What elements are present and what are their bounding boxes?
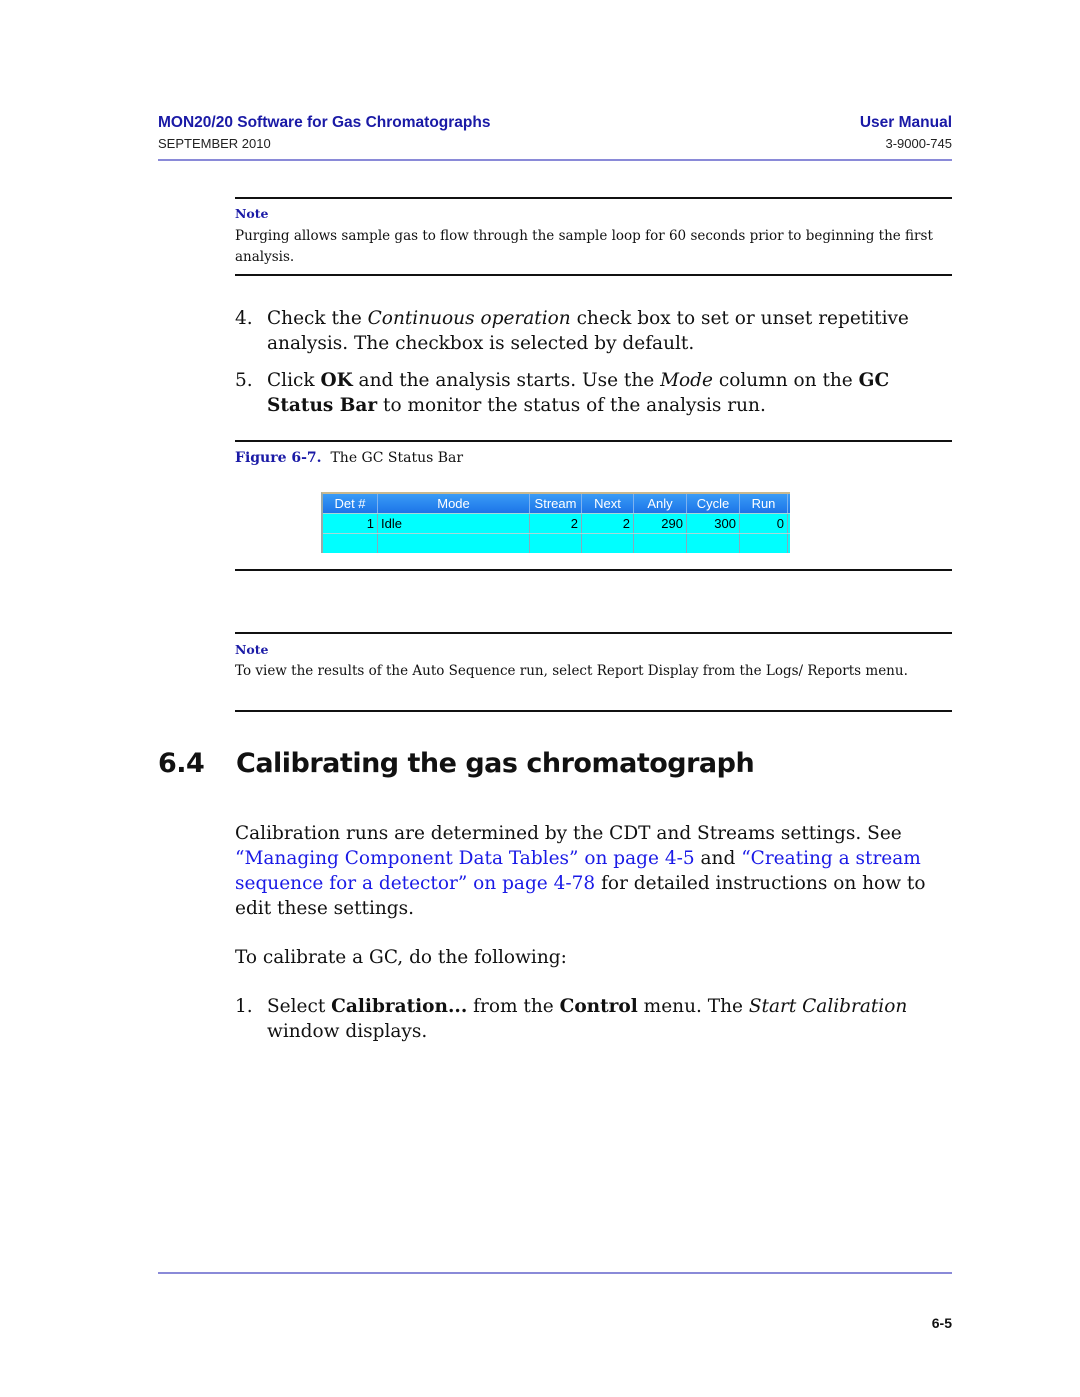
- step-bold: Calibration...: [331, 996, 468, 1017]
- figure-title: The GC Status Bar: [330, 450, 464, 466]
- figure-top-rule: [235, 440, 952, 442]
- figure-bottom-rule: [235, 569, 952, 571]
- step-emphasis: Continuous operation: [367, 308, 571, 329]
- section-heading: 6.4 Calibrating the gas chromatograph: [158, 748, 755, 779]
- det-cell: 1: [323, 514, 378, 533]
- note-label: Note: [235, 642, 269, 657]
- figure-label: Figure 6-7.: [235, 450, 322, 466]
- note-label: Note: [235, 206, 269, 221]
- paragraph-text: Calibration runs are determined by the C…: [235, 823, 902, 844]
- step-item: 4. Check the Continuous operation check …: [235, 306, 950, 356]
- publication-date: SEPTEMBER 2010: [158, 136, 271, 151]
- gc-status-header-row: Det # Mode Stream Next Anly Cycle Run: [323, 494, 790, 513]
- step-emphasis: Mode: [660, 370, 713, 391]
- column-header-anly[interactable]: Anly: [634, 494, 687, 513]
- column-header-det[interactable]: Det #: [323, 494, 378, 513]
- intro-paragraph: Calibration runs are determined by the C…: [235, 821, 955, 921]
- run-cell: 0: [740, 514, 788, 533]
- step-text: Click: [267, 370, 321, 391]
- step-text: and the analysis starts. Use the: [352, 370, 661, 391]
- step-text: Select: [267, 996, 332, 1017]
- note-text: To view the results of the Auto Sequence…: [235, 663, 908, 679]
- section-title: Calibrating the gas chromatograph: [236, 748, 755, 779]
- stream-cell: 2: [530, 514, 582, 533]
- gc-status-bar: Det # Mode Stream Next Anly Cycle Run 1 …: [321, 492, 790, 553]
- step-text: window displays.: [267, 1021, 428, 1042]
- mode-cell: [378, 534, 530, 553]
- step-number: 1.: [235, 996, 253, 1017]
- next-cell: 2: [582, 514, 634, 533]
- lead-paragraph: To calibrate a GC, do the following:: [235, 947, 567, 968]
- cycle-cell: 300: [687, 514, 740, 533]
- det-cell: [323, 534, 378, 553]
- anly-cell: [634, 534, 687, 553]
- step-text: menu. The: [637, 996, 749, 1017]
- cycle-cell: [687, 534, 740, 553]
- step-text: to monitor the status of the analysis ru…: [377, 395, 766, 416]
- gc-status-row[interactable]: [323, 533, 790, 553]
- page-number: 6-5: [931, 1315, 952, 1331]
- anly-cell: 290: [634, 514, 687, 533]
- step-bold: Control: [559, 996, 638, 1017]
- column-header-mode[interactable]: Mode: [378, 494, 530, 513]
- column-header-cycle[interactable]: Cycle: [687, 494, 740, 513]
- step-number: 4.: [235, 308, 253, 329]
- note-text: Purging allows sample gas to flow throug…: [235, 228, 933, 265]
- paragraph-text: and: [694, 848, 742, 869]
- step-number: 5.: [235, 370, 253, 391]
- step-text: from the: [467, 996, 560, 1017]
- step-item: 5. Click OK and the analysis starts. Use…: [235, 368, 950, 418]
- gc-status-row[interactable]: 1 Idle 2 2 290 300 0: [323, 513, 790, 533]
- note-top-rule: [235, 197, 952, 199]
- step-text: Check the: [267, 308, 368, 329]
- step-bold: OK: [320, 370, 353, 391]
- next-cell: [582, 534, 634, 553]
- column-header-next[interactable]: Next: [582, 494, 634, 513]
- figure-caption: Figure 6-7. The GC Status Bar: [235, 450, 463, 466]
- cross-reference-link[interactable]: “Managing Component Data Tables” on page…: [235, 848, 695, 869]
- manual-title: MON20/20 Software for Gas Chromatographs: [158, 114, 491, 131]
- stream-cell: [530, 534, 582, 553]
- note-bottom-rule: [235, 710, 952, 712]
- note-bottom-rule: [235, 274, 952, 276]
- section-number: 6.4: [158, 748, 205, 779]
- note-top-rule: [235, 632, 952, 634]
- column-header-run[interactable]: Run: [740, 494, 788, 513]
- document-type: User Manual: [859, 114, 952, 131]
- footer-divider: [158, 1272, 952, 1274]
- mode-cell: Idle: [378, 514, 530, 533]
- header-divider: [158, 159, 952, 161]
- step-emphasis: Start Calibration: [748, 996, 908, 1017]
- step-text: column on the: [712, 370, 859, 391]
- column-header-stream[interactable]: Stream: [530, 494, 582, 513]
- step-item: 1. Select Calibration... from the Contro…: [235, 994, 950, 1044]
- document-number: 3-9000-745: [885, 136, 953, 151]
- run-cell: [740, 534, 788, 553]
